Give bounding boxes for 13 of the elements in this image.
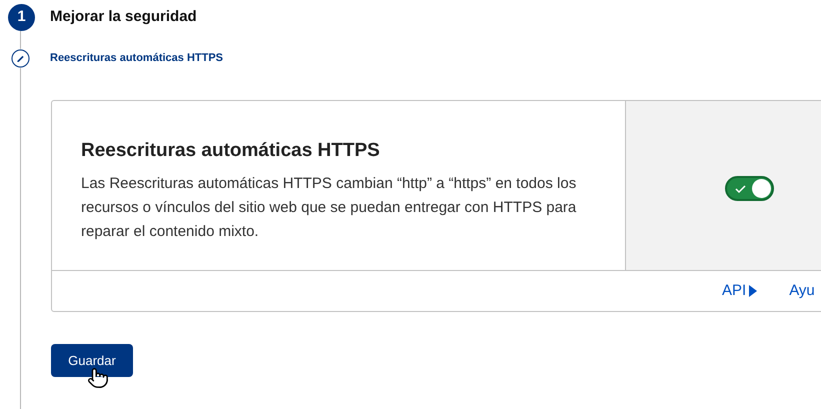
footer-link[interactable]: API [722, 280, 758, 302]
toggle-switch[interactable] [725, 176, 774, 201]
substep-title[interactable]: Reescrituras automáticas HTTPS [50, 50, 224, 67]
play-icon [749, 285, 758, 297]
card-description: Las Reescrituras automáticas HTTPS cambian “http” a “https” en todos los recursos o vínculos del sitio web que se puedan entregar con HTTPS para reparar el contenido mixto. [81, 174, 578, 242]
step-number: 1 [8, 4, 35, 31]
check-icon [734, 184, 748, 194]
hand-cursor-icon [87, 366, 109, 390]
footer-link[interactable]: Ayu [789, 280, 815, 302]
save-button[interactable]: Guardar [51, 344, 133, 377]
step-title: Mejorar la seguridad [50, 7, 197, 28]
card-title: Reescrituras automáticas HTTPS [81, 139, 381, 163]
pencil-icon [11, 49, 30, 68]
